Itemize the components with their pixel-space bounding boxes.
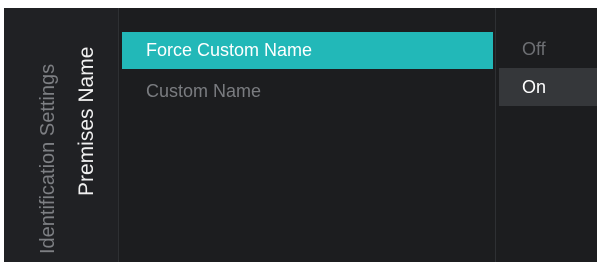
page-title: Premises Name [75,46,98,196]
settings-screen: Identification Settings Premises Name Fo… [4,8,597,262]
breadcrumb-parent[interactable]: Identification Settings [37,64,59,254]
column-divider [118,8,119,262]
menu-item-label: Force Custom Name [146,40,313,60]
settings-menu: Force Custom Name Custom Name [122,32,493,114]
option-label: Off [522,38,546,59]
breadcrumb: Identification Settings Premises Name [4,8,118,262]
option-off[interactable]: Off [499,30,597,68]
menu-item-custom-name[interactable]: Custom Name [122,73,493,110]
column-divider [495,8,496,262]
option-label: On [522,76,547,97]
option-on[interactable]: On [499,68,597,106]
options-list: Off On [499,30,597,106]
menu-item-label: Custom Name [146,81,262,101]
menu-item-force-custom-name[interactable]: Force Custom Name [122,32,493,69]
